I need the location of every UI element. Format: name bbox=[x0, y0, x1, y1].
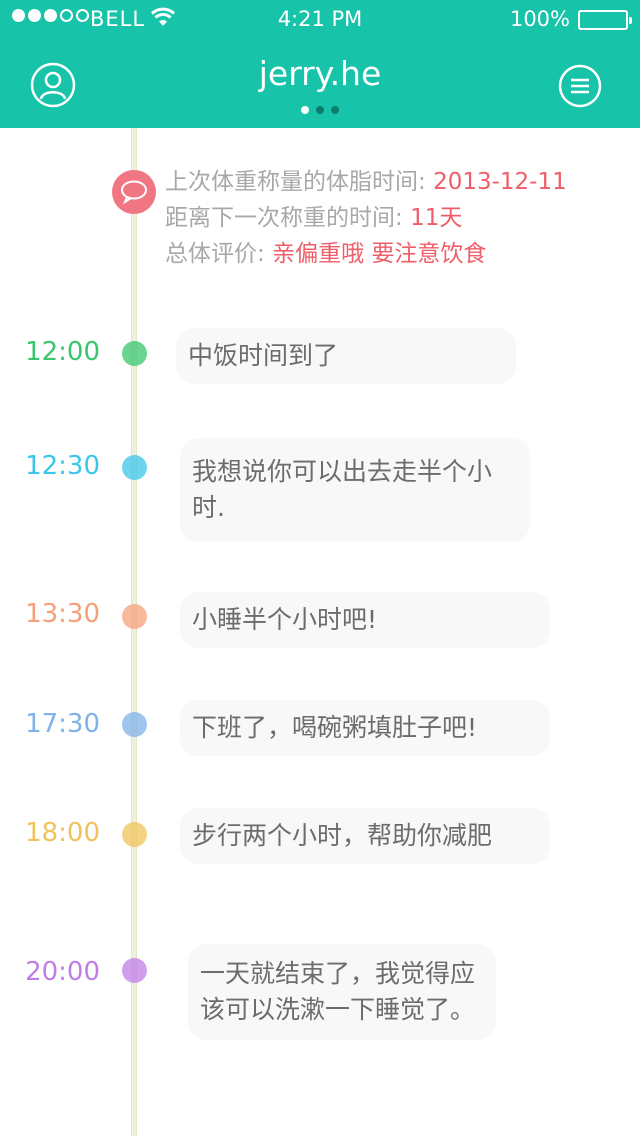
next-weigh-value: 11天 bbox=[410, 205, 463, 231]
page-title: jerry.he bbox=[258, 54, 382, 93]
battery-icon bbox=[578, 10, 632, 30]
menu-button[interactable] bbox=[558, 64, 602, 108]
entry-message[interactable]: 小睡半个小时吧! bbox=[180, 592, 550, 648]
timeline-node bbox=[122, 455, 147, 480]
page-dot[interactable] bbox=[301, 106, 309, 114]
header-bar: BELL 4:21 PM 100% jerry.he bbox=[0, 0, 640, 128]
evaluation-value: 亲偏重哦 要注意饮食 bbox=[272, 241, 487, 267]
next-weigh-row: 距离下一次称重的时间: 11天 bbox=[165, 200, 567, 236]
page-dot[interactable] bbox=[331, 106, 339, 114]
next-weigh-label: 距离下一次称重的时间: bbox=[165, 205, 403, 231]
evaluation-row: 总体评价: 亲偏重哦 要注意饮食 bbox=[165, 236, 567, 272]
timeline-node bbox=[122, 604, 147, 629]
page-dot[interactable] bbox=[316, 106, 324, 114]
entry-message[interactable]: 我想说你可以出去走半个小时. bbox=[180, 438, 530, 542]
timeline-node bbox=[122, 958, 147, 983]
timeline-node bbox=[122, 712, 147, 737]
comment-icon bbox=[112, 170, 156, 214]
weight-summary: 上次体重称量的体脂时间: 2013-12-11 距离下一次称重的时间: 11天 … bbox=[165, 164, 567, 272]
page-indicator bbox=[0, 106, 640, 114]
entry-time: 18:00 bbox=[25, 818, 100, 848]
timeline-line bbox=[131, 128, 137, 1136]
entry-time: 12:00 bbox=[25, 337, 100, 367]
entry-time: 13:30 bbox=[25, 599, 100, 629]
last-weigh-value: 2013-12-11 bbox=[433, 169, 567, 195]
menu-icon bbox=[558, 64, 602, 108]
status-bar: BELL 4:21 PM 100% bbox=[0, 0, 640, 40]
entry-message[interactable]: 中饭时间到了 bbox=[176, 328, 516, 384]
entry-message[interactable]: 一天就结束了，我觉得应该可以洗漱一下睡觉了。 bbox=[188, 944, 496, 1040]
last-weigh-row: 上次体重称量的体脂时间: 2013-12-11 bbox=[165, 164, 567, 200]
evaluation-label: 总体评价: bbox=[165, 241, 265, 267]
entry-message[interactable]: 下班了，喝碗粥填肚子吧! bbox=[180, 700, 550, 756]
timeline-node bbox=[122, 822, 147, 847]
entry-time: 17:30 bbox=[25, 709, 100, 739]
timeline-node bbox=[122, 341, 147, 366]
entry-time: 12:30 bbox=[25, 451, 100, 481]
battery-percent: 100% bbox=[509, 7, 570, 31]
last-weigh-label: 上次体重称量的体脂时间: bbox=[165, 169, 426, 195]
entry-message[interactable]: 步行两个小时，帮助你减肥 bbox=[180, 808, 550, 864]
entry-time: 20:00 bbox=[25, 957, 100, 987]
